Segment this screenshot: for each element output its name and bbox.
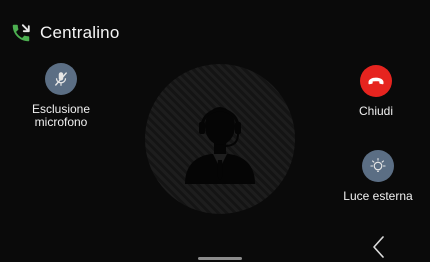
home-indicator[interactable] [198, 257, 242, 260]
mute-microphone-button[interactable]: Esclusione microfono [25, 63, 97, 128]
light-label: Luce esterna [343, 189, 413, 203]
page-title: Centralino [40, 23, 120, 42]
back-button[interactable] [368, 234, 390, 260]
chevron-left-icon [373, 236, 384, 258]
operator-headset-icon [185, 107, 255, 184]
external-light-button[interactable]: Luce esterna [338, 150, 418, 202]
mute-label-line2: microfono [34, 115, 88, 129]
hangup-label: Chiudi [358, 104, 394, 118]
microphone-off-icon [45, 63, 77, 95]
intercom-call-screen: Centralino Esclusione microfono Chiudi L… [0, 0, 430, 262]
mute-label-line1: Esclusione [31, 102, 91, 116]
phone-hangup-icon [360, 65, 392, 97]
header: Centralino [10, 18, 120, 48]
phone-call-icon [10, 22, 32, 44]
caller-avatar [145, 64, 295, 214]
lightbulb-icon [362, 150, 394, 182]
hangup-button[interactable]: Chiudi [341, 65, 411, 117]
